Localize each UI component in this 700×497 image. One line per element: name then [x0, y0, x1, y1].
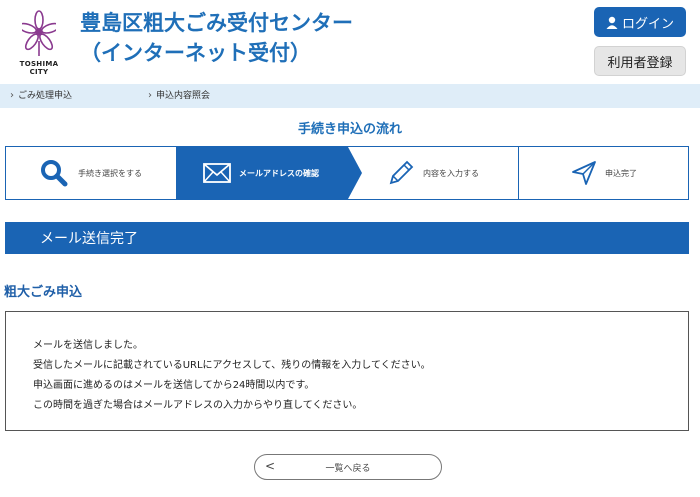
pencil-icon	[389, 160, 414, 185]
nav-bar: › ごみ処理申込 › 申込内容照会	[0, 84, 700, 108]
nav-item-garbage-apply[interactable]: › ごみ処理申込	[10, 88, 72, 101]
step-complete: 申込完了	[519, 147, 688, 199]
page-title: 豊島区粗大ごみ受付センター （インターネット受付）	[80, 8, 353, 68]
search-icon	[41, 160, 68, 187]
step-label: 申込完了	[605, 168, 637, 178]
back-label: 一覧へ戻る	[325, 464, 371, 474]
flower-logo-icon	[22, 10, 56, 56]
step-label: メールアドレスの確認	[239, 168, 319, 178]
step-label: 内容を入力する	[423, 168, 479, 178]
chevron-right-icon: ›	[148, 90, 152, 101]
logo-city-text: TOSHIMA CITY	[19, 60, 59, 76]
message-line: この時間を過ぎた場合はメールアドレスの入力からやり直してください。	[33, 400, 363, 411]
back-to-list-button[interactable]: < 一覧へ戻る	[254, 454, 442, 480]
nav-item-inquiry[interactable]: › 申込内容照会	[148, 88, 210, 101]
flow-title: 手続き申込の流れ	[297, 122, 402, 137]
page-title-line1: 豊島区粗大ごみ受付センター	[80, 11, 353, 35]
user-icon	[606, 16, 618, 29]
step-arrow-icon	[348, 147, 362, 199]
flow-steps: 手続き選択をする メールアドレスの確認 内容を入力する 申込完了	[5, 146, 689, 200]
nav-item-label: ごみ処理申込	[18, 91, 73, 101]
message-line: 申込画面に進めるのはメールを送信してから24時間以内です。	[33, 380, 315, 391]
toshima-logo[interactable]: TOSHIMA CITY	[10, 10, 68, 76]
login-button[interactable]: ログイン	[594, 7, 686, 37]
message-line: 受信したメールに記載されているURLにアクセスして、残りの情報を入力してください…	[33, 360, 431, 371]
status-banner: メール送信完了	[5, 222, 689, 254]
step-email-confirm: メールアドレスの確認	[176, 147, 348, 199]
chevron-right-icon: ›	[10, 90, 14, 101]
register-button[interactable]: 利用者登録	[594, 46, 686, 76]
section-title: 粗大ごみ申込	[4, 285, 83, 300]
login-label: ログイン	[621, 16, 674, 32]
envelope-icon	[203, 163, 231, 183]
step-label: 手続き選択をする	[78, 168, 142, 178]
send-icon	[572, 161, 596, 185]
nav-item-label: 申込内容照会	[156, 91, 211, 101]
status-banner-label: メール送信完了	[40, 231, 138, 247]
step-select: 手続き選択をする	[6, 147, 176, 199]
page-title-line2: （インターネット受付）	[80, 41, 311, 65]
step-input: 内容を入力する	[362, 147, 518, 199]
message-line: メールを送信しました。	[33, 340, 143, 351]
message-box: メールを送信しました。 受信したメールに記載されているURLにアクセスして、残り…	[5, 311, 689, 431]
header: TOSHIMA CITY 豊島区粗大ごみ受付センター （インターネット受付） ロ…	[0, 0, 700, 84]
